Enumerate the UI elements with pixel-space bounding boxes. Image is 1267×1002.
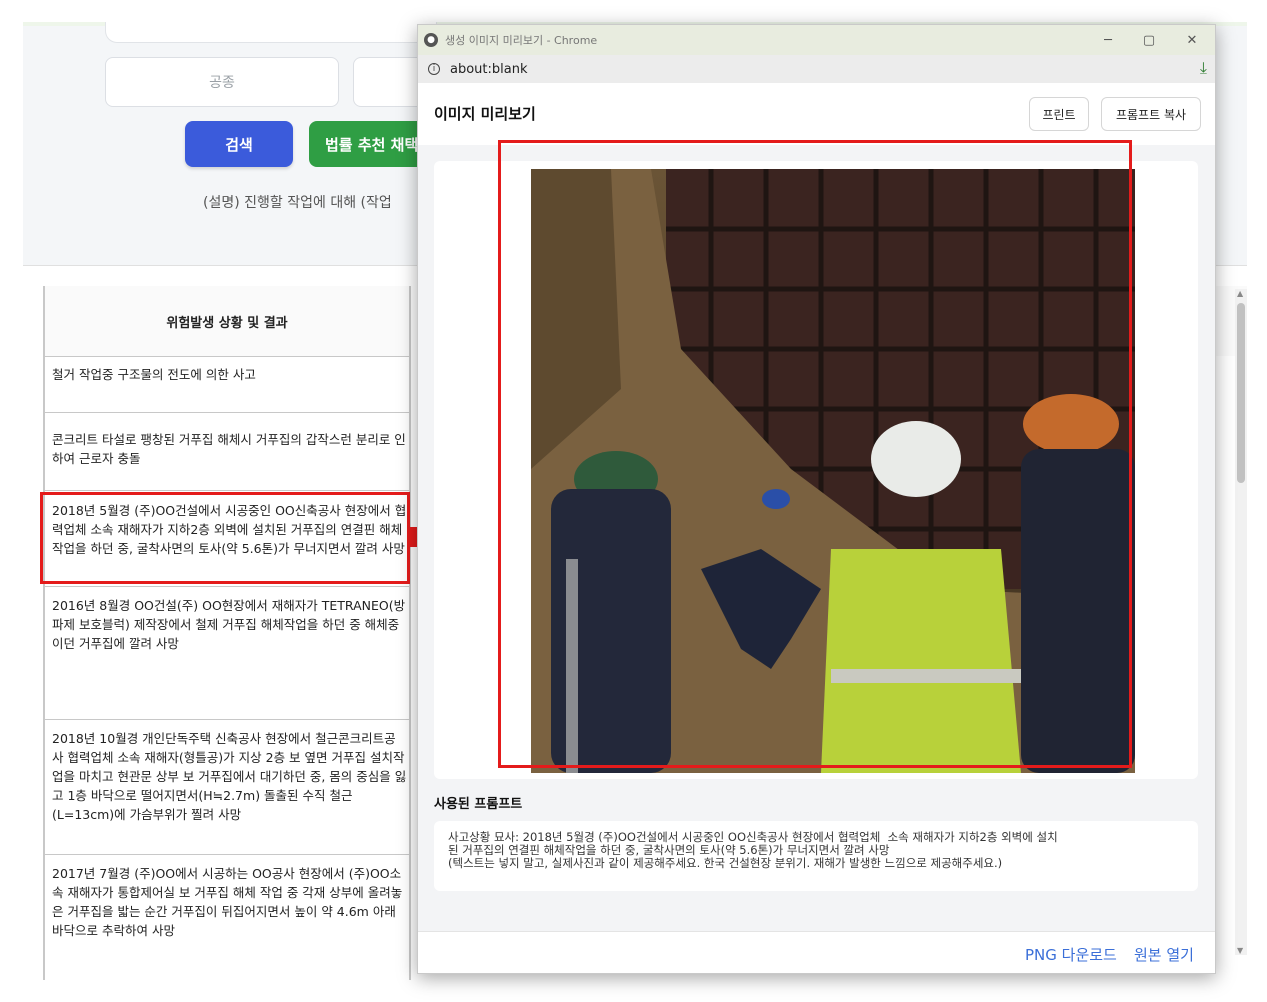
png-download-link[interactable]: PNG 다운로드 [1025,944,1117,965]
preview-title: 이미지 미리보기 [434,105,536,123]
preview-footer: PNG 다운로드 원본 열기 [418,931,1215,973]
highlight-box-row [40,492,410,584]
row-text: 2018년 10월경 개인단독주택 신축공사 현장에서 철근콘크리트공사 협력업… [52,731,407,822]
table-row: 2017년 7월경 (주)OO에서 시공하는 OO공사 현장에서 (주)OO소속… [45,855,409,945]
title-bar: ● 생성 이미지 미리보기 - Chrome ─ ▢ ✕ [418,25,1215,55]
info-icon[interactable]: i [428,63,440,75]
trade-field-placeholder: 공종 [209,75,235,91]
description-text: (설명) 진행할 작업에 대해 (작업 [203,195,392,211]
table-header: 위험발생 상황 및 결과 [45,286,409,357]
row-text: 콘크리트 타설로 팽창된 거푸집 해체시 거푸집의 갑작스런 분리로 인하여 근… [52,432,406,466]
search-button[interactable]: 검색 [185,121,293,167]
window-title: 생성 이미지 미리보기 - Chrome [445,34,598,47]
table-row: 2016년 8월경 OO건설(주) OO현장에서 재해자가 TETRANEO(방… [45,587,409,720]
scroll-down-icon[interactable]: ▼ [1237,946,1243,955]
prompt-text: 사고상황 묘사: 2018년 5월경 (주)OO건설에서 시공중인 OO신축공사… [434,821,1198,891]
chrome-icon: ● [424,33,438,47]
open-original-link[interactable]: 원본 열기 [1134,944,1194,965]
top-input-field[interactable] [105,22,437,43]
page-scrollbar[interactable]: ▲ ▼ [1235,289,1247,955]
maximize-icon[interactable]: ▢ [1134,30,1164,50]
table-row: 2018년 10월경 개인단독주택 신축공사 현장에서 철근콘크리트공사 협력업… [45,720,409,855]
url-text[interactable]: about:blank [450,62,528,77]
preview-header: 이미지 미리보기 프린트 프롬프트 복사 [418,83,1215,146]
copy-prompt-button[interactable]: 프롬프트 복사 [1101,97,1201,131]
minimize-icon[interactable]: ─ [1093,30,1123,50]
trade-field[interactable]: 공종 [105,57,339,107]
address-bar[interactable]: i about:blank ⤓ [418,55,1215,84]
table-row: 콘크리트 타설로 팽창된 거푸집 해체시 거푸집의 갑작스런 분리로 인하여 근… [45,413,409,491]
download-icon[interactable]: ⤓ [1200,58,1207,78]
print-button[interactable]: 프린트 [1029,97,1089,131]
table-divider [409,286,411,980]
highlight-box-image [498,140,1132,768]
close-icon[interactable]: ✕ [1177,30,1207,50]
row-text: 2017년 7월경 (주)OO에서 시공하는 OO공사 현장에서 (주)OO소속… [52,866,403,938]
preview-content: 사용된 프롬프트 사고상황 묘사: 2018년 5월경 (주)OO건설에서 시공… [418,140,1215,931]
scroll-thumb[interactable] [1237,303,1245,483]
scroll-up-icon[interactable]: ▲ [1237,289,1243,298]
row-text: 철거 작업중 구조물의 전도에 의한 사고 [52,367,256,382]
row-text: 2016년 8월경 OO건설(주) OO현장에서 재해자가 TETRANEO(방… [52,598,406,651]
prompt-label: 사용된 프롬프트 [434,797,523,812]
table-row: 철거 작업중 구조물의 전도에 의한 사고 [45,356,409,413]
preview-popup-window: ● 생성 이미지 미리보기 - Chrome ─ ▢ ✕ i about:bla… [417,24,1216,974]
